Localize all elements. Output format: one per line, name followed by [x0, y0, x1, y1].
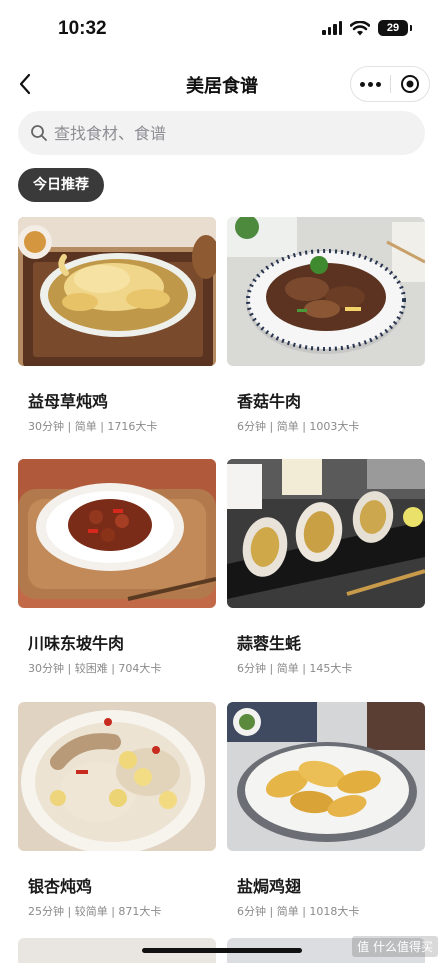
sichuan-beef-photo [18, 459, 216, 608]
status-time: 10:32 [58, 18, 107, 39]
ginkgo-chicken-photo [18, 702, 216, 851]
recipe-name: 银杏炖鸡 [28, 877, 93, 896]
battery-icon: 29 [378, 20, 412, 36]
recipe-name: 蒜蓉生蚝 [237, 634, 302, 653]
recipe-name: 益母草炖鸡 [28, 392, 109, 411]
status-bar: 10:32 29 [0, 0, 444, 60]
watermark: 值 什么值得买 [352, 936, 438, 957]
search-input[interactable] [54, 123, 394, 143]
mushroom-beef-photo [227, 217, 425, 366]
search-icon [31, 125, 47, 141]
recipe-card[interactable]: 盐焗鸡翅 6分钟 | 简单 | 1018大卡 [227, 702, 425, 919]
recipe-name: 盐焗鸡翅 [237, 877, 302, 896]
wifi-icon [350, 20, 370, 36]
recipe-meta: 25分钟 | 较简单 | 871大卡 [28, 905, 162, 918]
recipe-card[interactable]: 益母草炖鸡 30分钟 | 简单 | 1716大卡 [18, 217, 216, 434]
recipe-name: 川味东坡牛肉 [28, 634, 125, 653]
recipe-meta: 6分钟 | 简单 | 145大卡 [237, 662, 353, 675]
recipe-card[interactable]: 蒜蓉生蚝 6分钟 | 简单 | 145大卡 [227, 459, 425, 676]
salt-baked-wings-photo [227, 702, 425, 851]
cellular-signal-icon [322, 21, 342, 35]
recipe-name: 香菇牛肉 [237, 392, 302, 411]
status-icons: 29 [322, 20, 412, 36]
more-options-icon[interactable] [351, 81, 390, 87]
recipe-meta: 30分钟 | 较困难 | 704大卡 [28, 662, 162, 675]
recipe-card[interactable]: 川味东坡牛肉 30分钟 | 较困难 | 704大卡 [18, 459, 216, 676]
nav-bar: 美居食谱 [0, 62, 444, 106]
braised-chicken-photo [18, 217, 216, 366]
today-recommend-tab[interactable]: 今日推荐 [18, 168, 104, 202]
recipe-meta: 30分钟 | 简单 | 1716大卡 [28, 420, 158, 433]
search-bar[interactable] [18, 111, 425, 155]
recipe-meta: 6分钟 | 简单 | 1003大卡 [237, 420, 360, 433]
garlic-oyster-photo [227, 459, 425, 608]
recipe-card[interactable]: 银杏炖鸡 25分钟 | 较简单 | 871大卡 [18, 702, 216, 919]
home-indicator [142, 948, 302, 953]
close-target-icon[interactable] [391, 74, 429, 94]
recipe-meta: 6分钟 | 简单 | 1018大卡 [237, 905, 360, 918]
recipe-card[interactable]: 香菇牛肉 6分钟 | 简单 | 1003大卡 [227, 217, 425, 434]
mini-program-capsule [350, 66, 430, 102]
